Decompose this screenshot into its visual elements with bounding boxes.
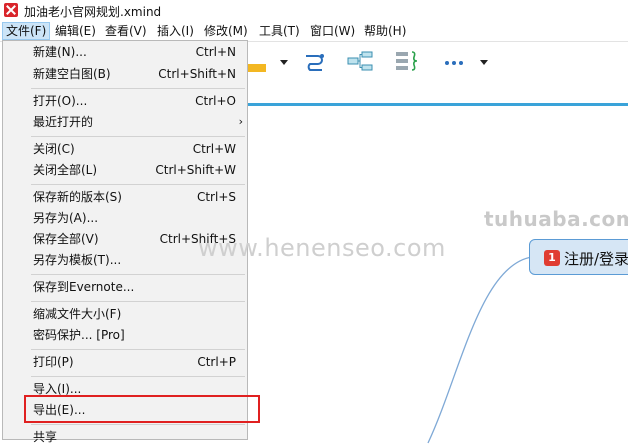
menu-item-label: 打印(P) [33, 355, 74, 369]
shortcut-label: Ctrl+S [196, 190, 236, 204]
shortcut-label: Ctrl+Shift+S [159, 232, 236, 246]
chevron-right-icon: › [238, 115, 243, 128]
menu-item-label: 打开(O)... [33, 94, 88, 108]
mindmap-topic[interactable]: 1 注册/登录 [529, 239, 628, 275]
menu-item-share[interactable]: 共享 [33, 428, 233, 446]
menu-separator [31, 376, 245, 377]
shortcut-label: Ctrl+O [195, 94, 236, 108]
menu-item-save-version[interactable]: 保存新的版本(S) Ctrl+S [33, 188, 236, 206]
menu-item-save-to-evernote[interactable]: 保存到Evernote... [33, 278, 233, 296]
menu-item-label: 密码保护... [Pro] [33, 328, 125, 342]
topic-label: 注册/登录 [564, 250, 628, 268]
menu-insert[interactable]: 插入(I) [154, 23, 197, 39]
menu-item-reduce-size[interactable]: 缩减文件大小(F) [33, 305, 233, 323]
export-highlight-box [24, 395, 260, 423]
relationship-icon[interactable] [304, 50, 326, 72]
menu-item-close[interactable]: 关闭(C) Ctrl+W [33, 140, 236, 158]
menu-item-label: 保存全部(V) [33, 232, 99, 246]
menu-help[interactable]: 帮助(H) [361, 23, 409, 39]
menu-item-label: 关闭全部(L) [33, 163, 98, 177]
file-menu-dropdown: 新建(N)... Ctrl+N 新建空白图(B) Ctrl+Shift+N 打开(O… [2, 40, 248, 444]
shortcut-label: Ctrl+Shift+W [155, 163, 236, 177]
toolbar [248, 42, 628, 82]
xmind-app-icon [4, 3, 18, 17]
summary-icon[interactable] [346, 50, 374, 72]
chevron-down-icon[interactable] [480, 60, 488, 65]
menu-window[interactable]: 窗口(W) [307, 23, 358, 39]
menu-item-label: 另存为(A)... [33, 211, 99, 225]
menu-item-password[interactable]: 密码保护... [Pro] [33, 326, 233, 344]
menu-view[interactable]: 查看(V) [102, 23, 150, 39]
window-title: 加油老小官网规划.xmind [24, 5, 162, 19]
menu-separator [31, 88, 245, 89]
watermark-text: tuhuaba.com [484, 207, 628, 231]
menu-separator [31, 136, 245, 137]
menu-item-label: 另存为模板(T)... [33, 253, 122, 267]
menu-item-label: 新建空白图(B) [33, 67, 111, 81]
menu-tools[interactable]: 工具(T) [256, 23, 303, 39]
menu-separator [31, 274, 245, 275]
more-icon[interactable] [444, 50, 464, 72]
menu-item-print[interactable]: 打印(P) Ctrl+P [33, 353, 236, 371]
menu-item-save-as[interactable]: 另存为(A)... [33, 209, 233, 227]
menu-item-save-all[interactable]: 保存全部(V) Ctrl+Shift+S [33, 230, 236, 248]
boundary-icon[interactable] [394, 50, 420, 72]
menu-item-label: 导入(I)... [33, 382, 82, 396]
menu-item-save-as-template[interactable]: 另存为模板(T)... [33, 251, 233, 269]
menu-modify[interactable]: 修改(M) [201, 23, 251, 39]
menu-separator [31, 184, 245, 185]
topic-style-swatch[interactable] [248, 64, 266, 72]
menu-item-open[interactable]: 打开(O)... Ctrl+O [33, 92, 236, 110]
menu-item-label: 新建(N)... [33, 45, 87, 59]
menu-item-recent[interactable]: 最近打开的 › [33, 113, 243, 131]
menu-separator [31, 349, 245, 350]
menu-item-label: 缩减文件大小(F) [33, 307, 122, 321]
shortcut-label: Ctrl+Shift+N [158, 67, 236, 81]
menu-separator [31, 424, 245, 425]
topic-connector-line [427, 256, 533, 444]
menu-item-new[interactable]: 新建(N)... Ctrl+N [33, 43, 236, 61]
menu-edit[interactable]: 编辑(E) [52, 23, 99, 39]
menu-item-label: 共享 [33, 430, 58, 444]
priority-badge: 1 [544, 250, 560, 266]
menu-item-new-blank[interactable]: 新建空白图(B) Ctrl+Shift+N [33, 65, 236, 83]
shortcut-label: Ctrl+W [192, 142, 236, 156]
menu-separator [31, 301, 245, 302]
shortcut-label: Ctrl+P [197, 355, 236, 369]
menu-bar: 文件(F) 编辑(E) 查看(V) 插入(I) 修改(M) 工具(T) 窗口(W… [0, 21, 628, 42]
shortcut-label: Ctrl+N [195, 45, 236, 59]
menu-item-close-all[interactable]: 关闭全部(L) Ctrl+Shift+W [33, 161, 236, 179]
menu-item-label: 最近打开的 [33, 115, 94, 129]
menu-item-label: 保存新的版本(S) [33, 190, 122, 204]
menu-item-label: 保存到Evernote... [33, 280, 135, 294]
menu-file[interactable]: 文件(F) [2, 22, 51, 40]
menu-item-label: 关闭(C) [33, 142, 75, 156]
chevron-down-icon[interactable] [280, 60, 288, 65]
title-bar: 加油老小官网规划.xmind [0, 0, 628, 21]
